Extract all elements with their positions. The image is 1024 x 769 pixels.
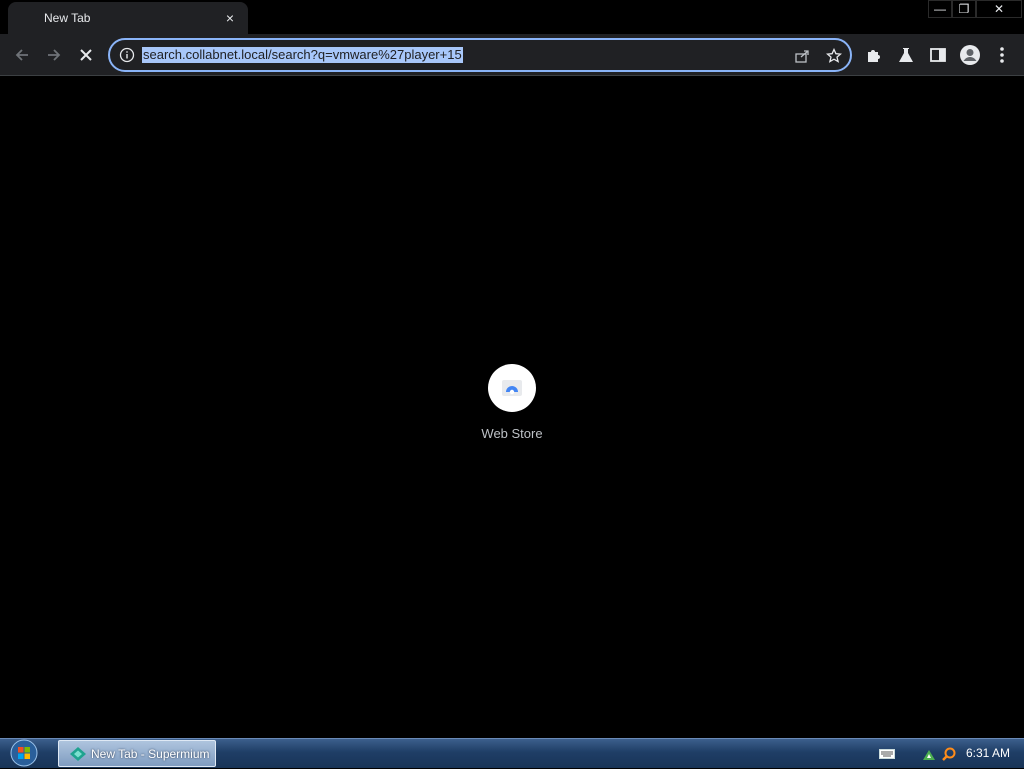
site-info-icon[interactable]	[118, 46, 136, 64]
minimize-button[interactable]: —	[928, 0, 952, 18]
windows-logo-icon	[10, 739, 38, 767]
web-store-icon	[488, 364, 536, 412]
side-panel-button[interactable]	[924, 41, 952, 69]
forward-arrow-icon	[48, 49, 61, 61]
forward-button[interactable]	[40, 41, 68, 69]
search-icon[interactable]	[940, 746, 958, 762]
new-tab-page: Web Store	[0, 76, 1024, 738]
network-icon[interactable]	[920, 746, 938, 762]
back-arrow-icon	[15, 49, 28, 61]
extensions-button[interactable]	[860, 41, 888, 69]
taskbar-item-supermium[interactable]: New Tab - Supermium	[58, 740, 216, 767]
window-close-button[interactable]: ✕	[976, 0, 1022, 18]
keyboard-icon[interactable]	[878, 746, 896, 762]
avatar-icon	[960, 45, 980, 65]
tab-close-icon[interactable]: ×	[220, 8, 240, 28]
labs-button[interactable]	[892, 41, 920, 69]
browser-window: New Tab × — ❐ ✕ search.collabnet.local/s…	[0, 0, 1024, 738]
stop-loading-button[interactable]	[72, 41, 100, 69]
tab-strip: New Tab × — ❐ ✕	[0, 0, 1024, 34]
menu-button[interactable]	[988, 41, 1016, 69]
bookmark-star-icon[interactable]	[822, 44, 846, 68]
address-bar[interactable]: search.collabnet.local/search?q=vmware%2…	[108, 38, 852, 72]
taskbar-item-label: New Tab - Supermium	[91, 747, 210, 761]
back-button[interactable]	[8, 41, 36, 69]
tab-new-tab[interactable]: New Tab ×	[8, 2, 248, 34]
profile-button[interactable]	[956, 41, 984, 69]
start-button[interactable]	[4, 737, 44, 769]
url-text[interactable]: search.collabnet.local/search?q=vmware%2…	[142, 47, 463, 63]
close-icon	[80, 49, 92, 61]
supermium-icon	[70, 747, 86, 761]
puzzle-icon	[868, 50, 880, 62]
flask-icon	[899, 48, 913, 62]
restore-button[interactable]: ❐	[952, 0, 976, 18]
tab-title: New Tab	[44, 11, 91, 25]
side-panel-icon	[930, 48, 946, 62]
toolbar: search.collabnet.local/search?q=vmware%2…	[0, 34, 1024, 76]
shortcut-web-store[interactable]: Web Store	[472, 364, 552, 448]
kebab-menu-icon	[1000, 47, 1004, 63]
taskbar: New Tab - Supermium 6:31 AM	[0, 738, 1024, 768]
share-icon[interactable]	[790, 44, 814, 68]
taskbar-clock[interactable]: 6:31 AM	[966, 746, 1010, 760]
shortcut-label: Web Store	[481, 426, 543, 441]
